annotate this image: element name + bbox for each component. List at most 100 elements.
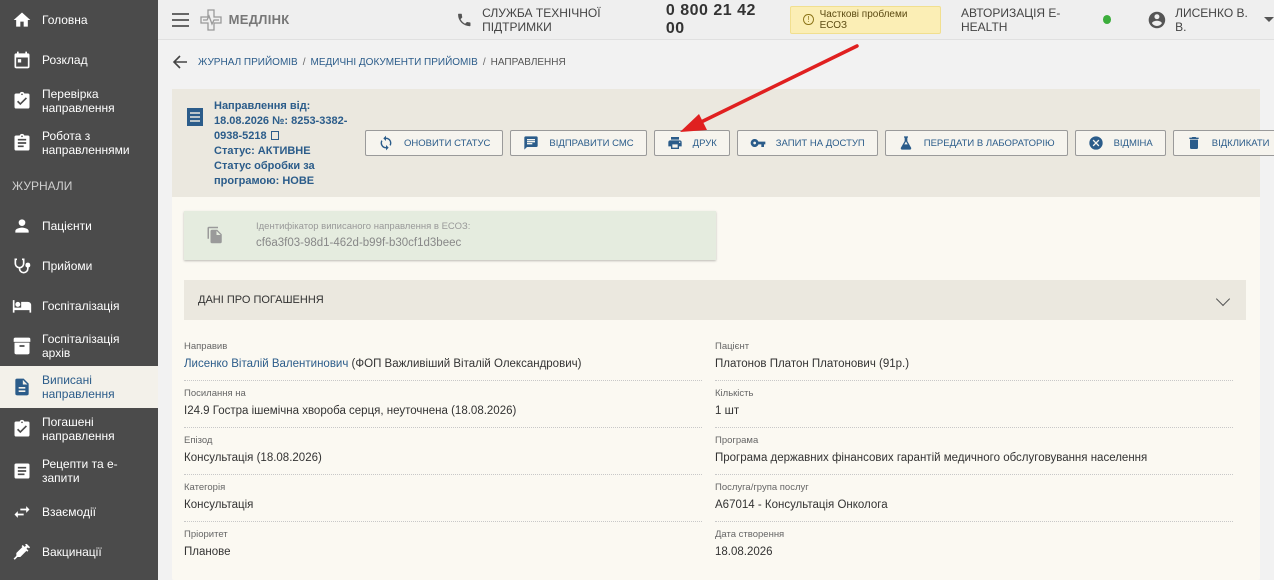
field-directed-by: Направив Лисенко Віталій Валентинович (Ф… [184,341,702,381]
sidebar-item-label: Госпіталізація архів [42,332,120,360]
diagnosis-link[interactable]: I24.9 Гостра ішемічна хвороба серця, неу… [184,405,702,417]
sidebar-item-label: Рецепти та е-запити [42,457,118,485]
sidebar-item-label: Головна [42,13,88,27]
doctor-link[interactable]: Лисенко Віталій Валентинович [184,358,348,370]
menu-icon[interactable] [172,12,189,27]
sidebar-item-label: Робота з направленнями [42,129,130,157]
syringe-icon [12,542,32,562]
accordion-title: ДАНІ ПРО ПОГАШЕННЯ [198,294,324,306]
back-arrow-icon[interactable] [172,55,188,69]
chevron-down-icon [1215,291,1231,307]
breadcrumb-medical-documents[interactable]: МЕДИЧНІ ДОКУМЕНТИ ПРИЙОМІВ [311,57,478,68]
archive-icon [12,336,32,356]
sidebar-item-hospitalization-archive[interactable]: Госпіталізація архів [0,326,158,366]
referral-info: Направлення від: 18.08.2026 №: 8253-3382… [214,99,364,189]
action-toolbar: ОНОВИТИ СТАТУС ВІДПРАВИТИ СМС ДРУК ЗАПИТ… [365,130,1274,156]
sidebar-item-vaccinations[interactable]: Вакцинації [0,532,158,572]
sidebar-item-home[interactable]: Головна [0,0,158,40]
person-icon [12,216,32,236]
support-phone: 0 800 21 42 00 [665,1,756,37]
breadcrumb: ЖУРНАЛ ПРИЙОМІВ / МЕДИЧНІ ДОКУМЕНТИ ПРИЙ… [172,55,566,69]
caret-down-icon [1264,17,1274,22]
support-label: СЛУЖБА ТЕХНІЧНОЇ ПІДТРИМКИ [482,5,601,34]
breadcrumb-current: НАПРАВЛЕННЯ [490,56,566,68]
document-list-icon [187,108,203,126]
sidebar: Головна Розклад Перевірка направлення Ро… [0,0,158,580]
field-service: Послуга/група послуг A67014 - Консультац… [715,482,1233,522]
brand-logo[interactable]: МЕДЛІНК [199,8,290,32]
phone-icon [457,13,470,26]
warning-text: Часткові проблеми ЕСОЗ [819,8,908,31]
sidebar-item-label: Пацієнти [42,219,92,233]
sidebar-item-label: Розклад [42,53,88,67]
field-reference: Посилання на I24.9 Гостра ішемічна хворо… [184,388,702,428]
revoke-button[interactable]: ВІДКЛИКАТИ [1172,130,1274,156]
printer-icon [667,137,682,149]
breadcrumb-appointments-journal[interactable]: ЖУРНАЛ ПРИЙОМІВ [198,57,298,68]
list-icon [12,461,32,481]
document-icon [12,377,32,397]
esoz-id-value: cf6a3f03-98d1-462d-b99f-b30cf1d3beec [256,237,462,249]
patient-link[interactable]: Платонов Платон Платонович (91р.) [715,358,1233,370]
brand-name: МЕДЛІНК [228,12,290,27]
field-category: Категорія Консультація [184,482,702,522]
send-to-lab-button[interactable]: ПЕРЕДАТИ В ЛАБОРАТОРІЮ [884,130,1068,156]
esoz-id-label: Ідентифікатор виписаного направлення в Е… [256,221,471,232]
key-icon [750,139,766,147]
sidebar-item-prescriptions[interactable]: Рецепти та е-запити [0,450,158,492]
user-menu[interactable]: ЛИСЕНКО В. В. [1147,6,1274,34]
esoz-warning-badge[interactable]: ! Часткові проблеми ЕСОЗ [790,5,941,34]
referral-processing-status: Статус обробки за програмою: НОВЕ [214,160,315,187]
home-icon [12,10,32,30]
avatar-icon [1148,11,1166,28]
sidebar-item-issued-referrals[interactable]: Виписані направлення [0,366,158,408]
quantity-value: 1 шт [715,405,740,417]
clipboard-done-icon [12,419,32,439]
referral-panel: Направлення від: 18.08.2026 №: 8253-3382… [172,89,1274,580]
send-sms-button[interactable]: ВІДПРАВИТИ СМС [510,130,647,156]
stethoscope-icon [12,256,32,276]
trash-icon [1189,137,1199,149]
flask-icon [900,136,911,150]
print-button[interactable]: ДРУК [653,130,730,156]
sms-icon [524,136,539,150]
esoz-id-card: Ідентифікатор виписаного направлення в Е… [184,211,716,260]
copy-document-icon[interactable] [206,225,224,245]
sidebar-item-work-referrals[interactable]: Робота з направленнями [0,122,158,164]
repayment-data-accordion[interactable]: ДАНІ ПРО ПОГАШЕННЯ [184,280,1246,320]
access-request-button[interactable]: ЗАПИТ НА ДОСТУП [736,130,878,156]
referral-status: Статус: АКТИВНЕ [214,145,311,157]
cancel-icon [1088,136,1103,150]
clipboard-check-icon [12,91,32,111]
sidebar-item-label: Госпіталізація [42,299,120,313]
sidebar-item-interactions[interactable]: Взаємодії [0,492,158,532]
cancel-button[interactable]: ВІДМІНА [1074,130,1166,156]
refresh-icon [380,135,392,151]
status-dot-icon [1103,15,1112,24]
field-program: Програма Програма державних фінансових г… [715,435,1233,475]
refresh-status-button[interactable]: ОНОВИТИ СТАТУС [365,130,504,156]
sidebar-item-label: Взаємодії [42,505,96,519]
referral-number: 18.08.2026 №: 8253-3382- [214,115,348,127]
sidebar-item-label: Вакцинації [42,545,102,559]
field-quantity: Кількість 1 шт [715,388,1233,428]
referral-date-label: Направлення від: [214,100,311,112]
sidebar-item-hospitalization[interactable]: Госпіталізація [0,286,158,326]
field-priority: Пріоритет Планове [184,529,231,558]
support-info: СЛУЖБА ТЕХНІЧНОЇ ПІДТРИМКИ 0 800 21 42 0… [456,2,771,38]
clipboard-list-icon [12,133,32,153]
swap-icon [12,502,32,522]
sidebar-item-schedule[interactable]: Розклад [0,40,158,80]
field-created: Дата створення 18.08.2026 [715,529,785,558]
main-content: ЖУРНАЛ ПРИЙОМІВ / МЕДИЧНІ ДОКУМЕНТИ ПРИЙ… [158,41,1274,580]
sidebar-item-redeemed-referrals[interactable]: Погашені направлення [0,408,158,450]
copy-icon[interactable] [270,131,279,140]
medlink-logo-icon [199,8,222,31]
warning-icon: ! [803,14,814,25]
sidebar-item-check-referral[interactable]: Перевірка направлення [0,80,158,122]
sidebar-item-patients[interactable]: Пацієнти [0,206,158,246]
sidebar-item-appointments[interactable]: Прийоми [0,246,158,286]
sidebar-item-label: Погашені направлення [42,415,115,443]
ehealth-status[interactable]: АВТОРИЗАЦІЯ E-HEALTH [961,6,1112,34]
field-episode: Епізод Консультація (18.08.2026) [184,435,702,475]
